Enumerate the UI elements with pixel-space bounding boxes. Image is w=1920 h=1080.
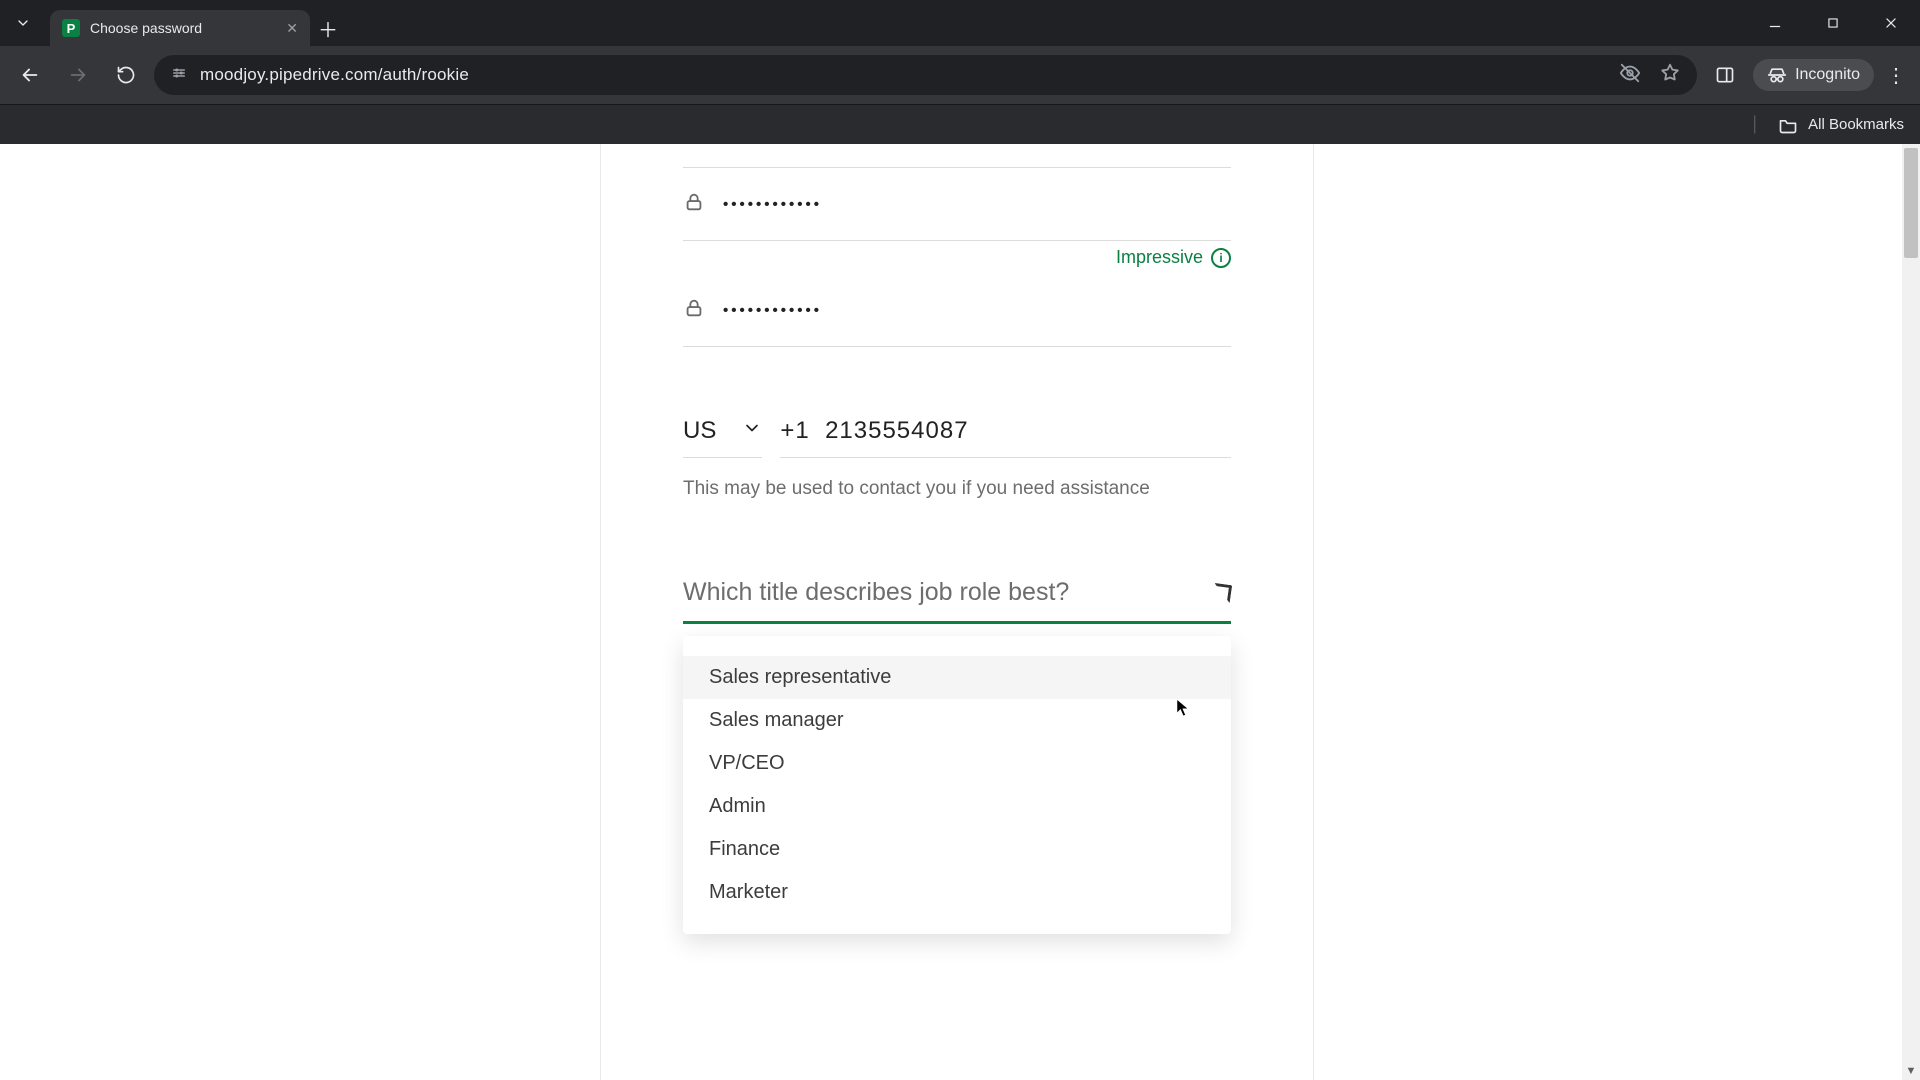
password-confirm-input[interactable] (723, 302, 924, 319)
window-close-button[interactable] (1862, 0, 1920, 46)
password-input[interactable] (723, 196, 924, 213)
minimize-icon (1768, 16, 1782, 30)
chevron-down-icon (742, 417, 762, 445)
password-strength-label: Impressive (1116, 247, 1203, 268)
new-tab-button[interactable]: ＋ (310, 10, 346, 46)
bookmarks-bar: │ All Bookmarks (0, 104, 1920, 144)
chrome-menu-button[interactable]: ⋮ (1882, 63, 1910, 88)
all-bookmarks-label: All Bookmarks (1808, 116, 1904, 133)
bookmarks-divider: │ (1751, 116, 1760, 133)
reload-button[interactable] (106, 55, 146, 95)
incognito-icon (1767, 65, 1787, 85)
info-icon[interactable]: i (1211, 248, 1231, 268)
dropdown-option[interactable]: Marketer (683, 871, 1231, 914)
phone-number-value: 2135554087 (825, 417, 968, 444)
phone-block: US +1 2135554087 This may be used to con… (683, 417, 1231, 500)
bookmark-star-icon[interactable] (1659, 62, 1681, 89)
incognito-indicator[interactable]: Incognito (1753, 59, 1874, 91)
panel-icon (1715, 65, 1735, 85)
arrow-left-icon (19, 64, 41, 86)
vertical-scrollbar[interactable]: ▲ ▼ (1902, 144, 1920, 1080)
job-role-placeholder: Which title describes job role best? (683, 578, 1069, 607)
tab-title: Choose password (90, 20, 276, 36)
country-code-value: US (683, 417, 716, 445)
scrollbar-thumb[interactable] (1904, 148, 1918, 258)
back-button[interactable] (10, 55, 50, 95)
toolbar: moodjoy.pipedrive.com/auth/rookie Incogn… (0, 46, 1920, 104)
eye-off-icon[interactable] (1619, 62, 1641, 89)
dropdown-option[interactable]: Admin (683, 785, 1231, 828)
dropdown-option[interactable]: Sales manager (683, 699, 1231, 742)
dial-prefix: +1 (780, 417, 809, 444)
arrow-right-icon (67, 64, 89, 86)
field-divider (683, 152, 1231, 168)
forward-button[interactable] (58, 55, 98, 95)
password-strength: Impressive i (683, 247, 1231, 268)
tab-close-button[interactable]: ✕ (286, 20, 298, 37)
chevron-down-icon (15, 15, 31, 31)
reload-icon (116, 65, 136, 85)
window-controls (1746, 0, 1920, 46)
job-role-select[interactable]: Which title describes job role best? (683, 578, 1231, 624)
tab-search-button[interactable] (0, 0, 46, 46)
country-code-select[interactable]: US (683, 417, 762, 458)
loading-spinner-icon (1212, 582, 1232, 602)
password-field-row (683, 168, 1231, 241)
page-viewport: Impressive i US +1 2 (0, 144, 1920, 1080)
window-maximize-button[interactable] (1804, 0, 1862, 46)
job-role-dropdown: Sales representative Sales manager VP/CE… (683, 636, 1231, 934)
close-icon (1884, 16, 1898, 30)
all-bookmarks-button[interactable]: All Bookmarks (1778, 115, 1904, 135)
dropdown-option[interactable]: Finance (683, 828, 1231, 871)
scroll-down-icon[interactable]: ▼ (1902, 1062, 1920, 1080)
dropdown-option[interactable]: Sales representative (683, 656, 1231, 699)
window-minimize-button[interactable] (1746, 0, 1804, 46)
password-confirm-field-row (683, 274, 1231, 347)
folder-icon (1778, 115, 1798, 135)
address-bar[interactable]: moodjoy.pipedrive.com/auth/rookie (154, 55, 1697, 95)
url-text: moodjoy.pipedrive.com/auth/rookie (200, 65, 469, 85)
titlebar: P Choose password ✕ ＋ (0, 0, 1920, 46)
browser-tab[interactable]: P Choose password ✕ (50, 10, 310, 46)
side-panel-button[interactable] (1705, 55, 1745, 95)
maximize-icon (1826, 16, 1840, 30)
phone-help-text: This may be used to contact you if you n… (683, 478, 1231, 500)
phone-input[interactable]: +1 2135554087 (780, 417, 1231, 458)
incognito-label: Incognito (1795, 66, 1860, 84)
favicon-icon: P (62, 19, 80, 37)
lock-icon (683, 297, 705, 324)
dropdown-option[interactable]: VP/CEO (683, 742, 1231, 785)
lock-icon (683, 191, 705, 218)
job-role-field: Which title describes job role best? Sal… (683, 578, 1231, 624)
site-settings-icon[interactable] (170, 64, 188, 87)
signup-card: Impressive i US +1 2 (600, 144, 1314, 1080)
